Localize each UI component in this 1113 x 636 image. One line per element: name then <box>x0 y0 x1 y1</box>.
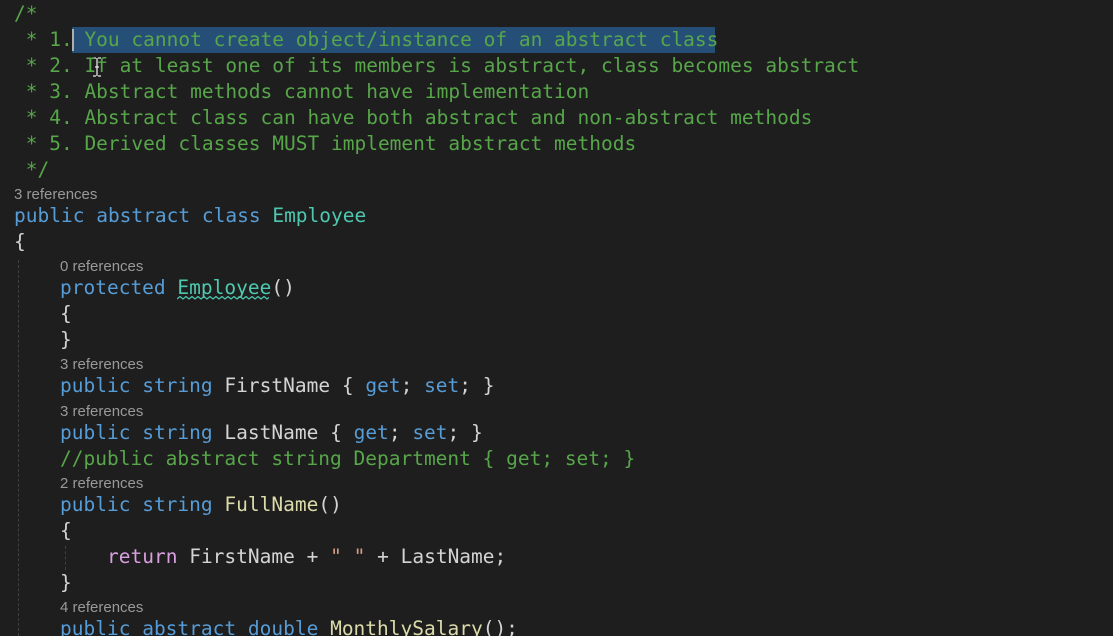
method-close-brace: } <box>60 571 72 594</box>
comment-note-4: * 4. Abstract class can have both abstra… <box>14 106 813 129</box>
accessor-open: { <box>330 421 342 444</box>
keyword-string: string <box>142 374 213 397</box>
comment-open: /* <box>14 2 38 25</box>
codelens-lastname-references[interactable]: 3 references <box>60 403 143 421</box>
comment-note-1: * 1. You cannot create object/instance o… <box>14 27 719 53</box>
semicolon: ; <box>459 374 472 397</box>
codelens-ctor-references[interactable]: 0 references <box>60 258 143 276</box>
keyword-return: return <box>107 545 178 568</box>
comment-close: */ <box>14 158 50 181</box>
method-open-brace: { <box>60 519 72 542</box>
keyword-public: public <box>60 617 131 636</box>
monthlysalary-method: public abstract double MonthlySalary(); <box>60 616 518 636</box>
indent-guide <box>65 546 66 570</box>
keyword-get: get <box>353 421 389 444</box>
property-name: LastName <box>224 421 319 444</box>
class-declaration: public abstract class Employee <box>14 203 366 229</box>
operator-plus: + <box>377 545 389 568</box>
keyword-double: double <box>247 617 319 636</box>
codelens-firstname-references[interactable]: 3 references <box>60 356 143 374</box>
string-literal: " " <box>330 545 366 568</box>
codelens-monthlysalary-references[interactable]: 4 references <box>60 599 143 617</box>
note-1-number: * 1. <box>14 28 73 51</box>
class-name: Employee <box>272 204 367 227</box>
comment-note-3: * 3. Abstract methods cannot have implem… <box>14 80 590 103</box>
constructor-close-brace: } <box>60 328 72 351</box>
return-statement: return FirstName + " " + LastName; <box>107 544 506 570</box>
accessor-open: { <box>341 374 354 397</box>
keyword-class: class <box>201 204 261 227</box>
keyword-public: public <box>60 493 131 516</box>
keyword-abstract: abstract <box>96 204 191 227</box>
keyword-set: set <box>412 421 448 444</box>
keyword-string: string <box>142 421 213 444</box>
identifier-firstname: FirstName <box>189 545 295 568</box>
keyword-set: set <box>424 374 460 397</box>
semicolon: ; <box>494 545 507 568</box>
constructor-parens: () <box>271 276 295 299</box>
codelens-fullname-references[interactable]: 2 references <box>60 475 143 493</box>
constructor-open-brace: { <box>60 302 72 325</box>
indent-guide <box>18 260 19 636</box>
code-editor[interactable]: /* * 1. You cannot create object/instanc… <box>0 0 1113 636</box>
note-1-text: You cannot create object/instance of an … <box>72 28 719 51</box>
method-name: MonthlySalary <box>330 617 483 636</box>
method-tail: (); <box>482 617 518 636</box>
warning-squiggle <box>177 296 269 300</box>
accessor-close: } <box>471 421 483 444</box>
method-parens: () <box>318 493 342 516</box>
keyword-get: get <box>365 374 401 397</box>
fullname-method: public string FullName() <box>60 492 342 518</box>
keyword-abstract: abstract <box>142 617 237 636</box>
method-name: FullName <box>224 493 319 516</box>
operator-plus: + <box>306 545 319 568</box>
semicolon: ; <box>400 374 413 397</box>
lastname-property: public string LastName { get; set; } <box>60 420 483 446</box>
keyword-string: string <box>142 493 213 516</box>
semicolon: ; <box>447 421 460 444</box>
comment-note-2: * 2. If at least one of its members is a… <box>14 54 860 77</box>
codelens-class-references[interactable]: 3 references <box>14 186 97 204</box>
semicolon: ; <box>388 421 401 444</box>
property-name: FirstName <box>224 374 331 397</box>
comment-note-5: * 5. Derived classes MUST implement abst… <box>14 132 637 155</box>
keyword-public: public <box>14 204 85 227</box>
identifier-lastname: LastName <box>400 545 495 568</box>
accessor-close: } <box>482 374 495 397</box>
class-open-brace: { <box>14 230 26 253</box>
keyword-public: public <box>60 374 131 397</box>
keyword-protected: protected <box>60 276 166 299</box>
firstname-property: public string FirstName { get; set; } <box>60 373 495 399</box>
department-comment: //public abstract string Department { ge… <box>60 447 636 470</box>
keyword-public: public <box>60 421 131 444</box>
